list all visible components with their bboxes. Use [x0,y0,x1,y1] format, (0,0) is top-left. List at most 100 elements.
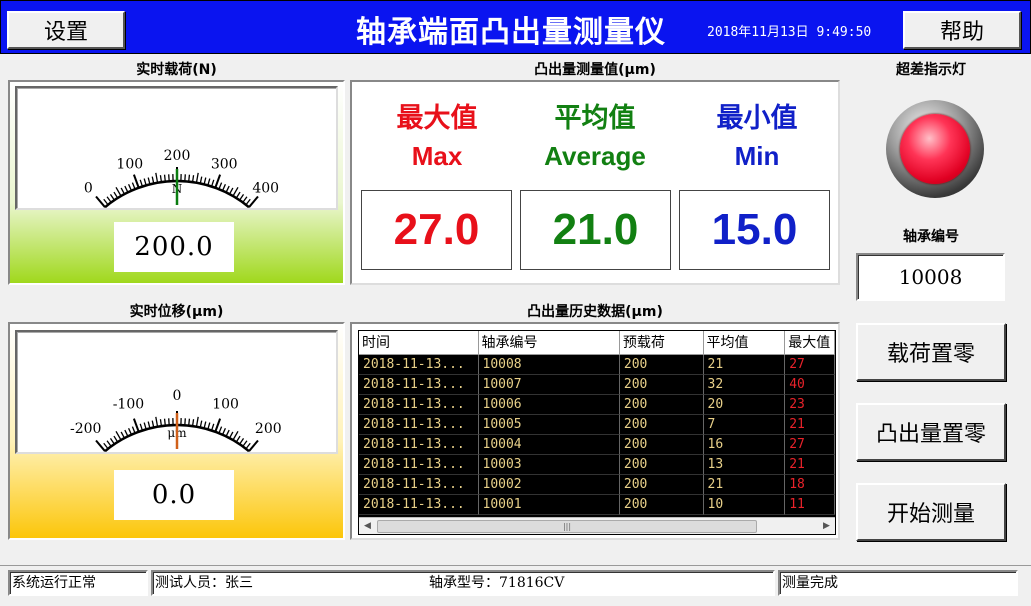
cell-time: 2018-11-13... [359,455,479,475]
history-table-body: 2018-11-13... 10008 200 21 27 2018-11-13... 10… [359,355,835,515]
displacement-gauge-tick [242,440,248,447]
column-header-max[interactable]: 最大值 [785,331,835,355]
scroll-right-arrow-icon[interactable]: ▶ [818,518,835,534]
displacement-gauge-tick [128,428,133,435]
table-row[interactable]: 2018-11-13... 10003 200 13 21 [359,455,835,475]
table-row[interactable]: 2018-11-13... 10008 200 21 27 [359,355,835,375]
cell-average: 21 [703,475,786,495]
displacement-gauge-svg: -200-1000100200μm [70,388,282,452]
load-gauge-tick [132,174,140,189]
cell-average: 21 [703,355,786,375]
average-label-cn: 平均值 [554,103,636,134]
table-row[interactable]: 2018-11-13... 10001 200 10 11 [359,495,835,515]
cell-preload: 200 [619,455,704,475]
displacement-gauge-tick [106,440,112,447]
cell-time: 2018-11-13... [359,475,479,495]
load-gauge-tick [229,187,234,195]
max-label: 最大值 Max [357,100,517,174]
displacement-gauge-tick-label: -100 [113,397,144,413]
cell-bearing-number: 10008 [478,355,620,375]
max-label-cn: 最大值 [396,103,478,134]
table-row[interactable]: 2018-11-13... 10002 200 21 18 [359,475,835,495]
history-horizontal-scrollbar[interactable]: ◀ ||| ▶ [359,517,835,534]
average-label-en: Average [544,141,646,171]
table-row[interactable]: 2018-11-13... 10005 200 7 21 [359,415,835,435]
app-title: 轴承端面凸出量测量仪 [356,15,666,50]
displacement-gauge-tick-label: 200 [255,421,282,437]
settings-button[interactable]: 设置 [7,11,125,49]
cell-average: 10 [703,495,786,515]
zero-load-button[interactable]: 载荷置零 [856,323,1006,381]
history-title: 凸出量历史数据(μm) [527,304,663,320]
min-label-en: Min [734,141,780,171]
cell-time: 2018-11-13... [359,495,479,515]
table-row[interactable]: 2018-11-13... 10004 200 16 27 [359,435,835,455]
cell-preload: 200 [619,435,704,455]
displacement-gauge-tick [155,416,159,427]
cell-time: 2018-11-13... [359,375,479,395]
zero-protrusion-button[interactable]: 凸出量置零 [856,403,1006,461]
displacement-gauge-tick [103,442,109,450]
load-gauge-tick [115,187,122,197]
cell-average: 7 [703,415,786,435]
cell-max: 27 [785,435,835,455]
measurement-panel: 最大值 Max 平均值 Average 最小值 Min 27.0 21.0 15… [350,80,840,285]
column-header-time[interactable]: 时间 [359,331,479,355]
load-gauge-tick [214,174,222,189]
cell-max: 21 [785,455,835,475]
cell-max: 40 [785,375,835,395]
load-gauge-tick [124,185,129,193]
cell-max: 23 [785,395,835,415]
datetime-display: 2018年11月13日 9:49:50 [707,25,872,40]
load-gauge-tick-label: 200 [164,148,191,164]
load-gauge-tick [109,193,115,201]
column-header-average[interactable]: 平均值 [703,331,786,355]
load-gauge-tick [163,174,166,182]
load-gauge-svg: 0100200300400N [84,148,279,208]
cell-bearing-number: 10006 [478,395,620,415]
cell-bearing-number: 10005 [478,415,620,435]
cell-time: 2018-11-13... [359,415,479,435]
load-gauge-panel: 0100200300400N 200.0 [8,80,345,285]
displacement-gauge-tick-label: 100 [212,397,239,413]
displacement-gauge-panel: -200-1000100200μm 0.0 [8,322,345,540]
column-header-preload[interactable]: 预载荷 [619,331,704,355]
scrollbar-thumb[interactable]: ||| [377,520,757,533]
column-header-bearing-number[interactable]: 轴承编号 [478,331,620,355]
operator-label: 测试人员：张三 [155,575,253,591]
scroll-left-arrow-icon[interactable]: ◀ [359,518,376,534]
max-value-display: 27.0 [361,190,512,270]
average-label: 平均值 Average [515,100,675,174]
operator-info-field: 测试人员：张三 轴承型号：71816CV [151,570,775,596]
displacement-gauge-tick [95,439,106,452]
cell-time: 2018-11-13... [359,355,479,375]
measurement-result-field: 测量完成 [778,570,1018,596]
table-row[interactable]: 2018-11-13... 10007 200 32 40 [359,375,835,395]
title-bar: 设置 轴承端面凸出量测量仪 2018年11月13日 9:49:50 帮助 [0,0,1031,54]
displacement-gauge-title: 实时位移(μm) [129,304,224,320]
cell-preload: 200 [619,475,704,495]
load-gauge-tick [239,193,245,201]
start-measurement-button[interactable]: 开始测量 [856,483,1006,541]
displacement-gauge-tick [188,418,191,426]
displacement-gauge-tick [232,431,239,441]
load-gauge-tick-label: 300 [211,156,238,172]
load-gauge-tick [225,185,230,193]
load-gauge-tick [232,187,239,197]
table-row[interactable]: 2018-11-13... 10006 200 20 23 [359,395,835,415]
system-status-field: 系统运行正常 [8,570,148,596]
cell-max: 27 [785,355,835,375]
cell-max: 21 [785,415,835,435]
history-table[interactable]: 时间 轴承编号 预载荷 平均值 最大值 2018-11-13... 10008 20… [358,330,836,535]
load-gauge-tick [245,198,251,206]
cell-bearing-number: 10004 [478,435,620,455]
help-button[interactable]: 帮助 [903,11,1021,49]
displacement-gauge-tick [245,442,251,450]
bearing-number-field[interactable]: 10008 [856,253,1005,301]
load-gauge-tick [155,172,159,183]
cell-bearing-number: 10007 [478,375,620,395]
displacement-gauge-dial: -200-1000100200μm [15,330,338,454]
displacement-gauge-tick [115,431,122,441]
min-label-cn: 最小值 [716,103,798,134]
cell-preload: 200 [619,355,704,375]
